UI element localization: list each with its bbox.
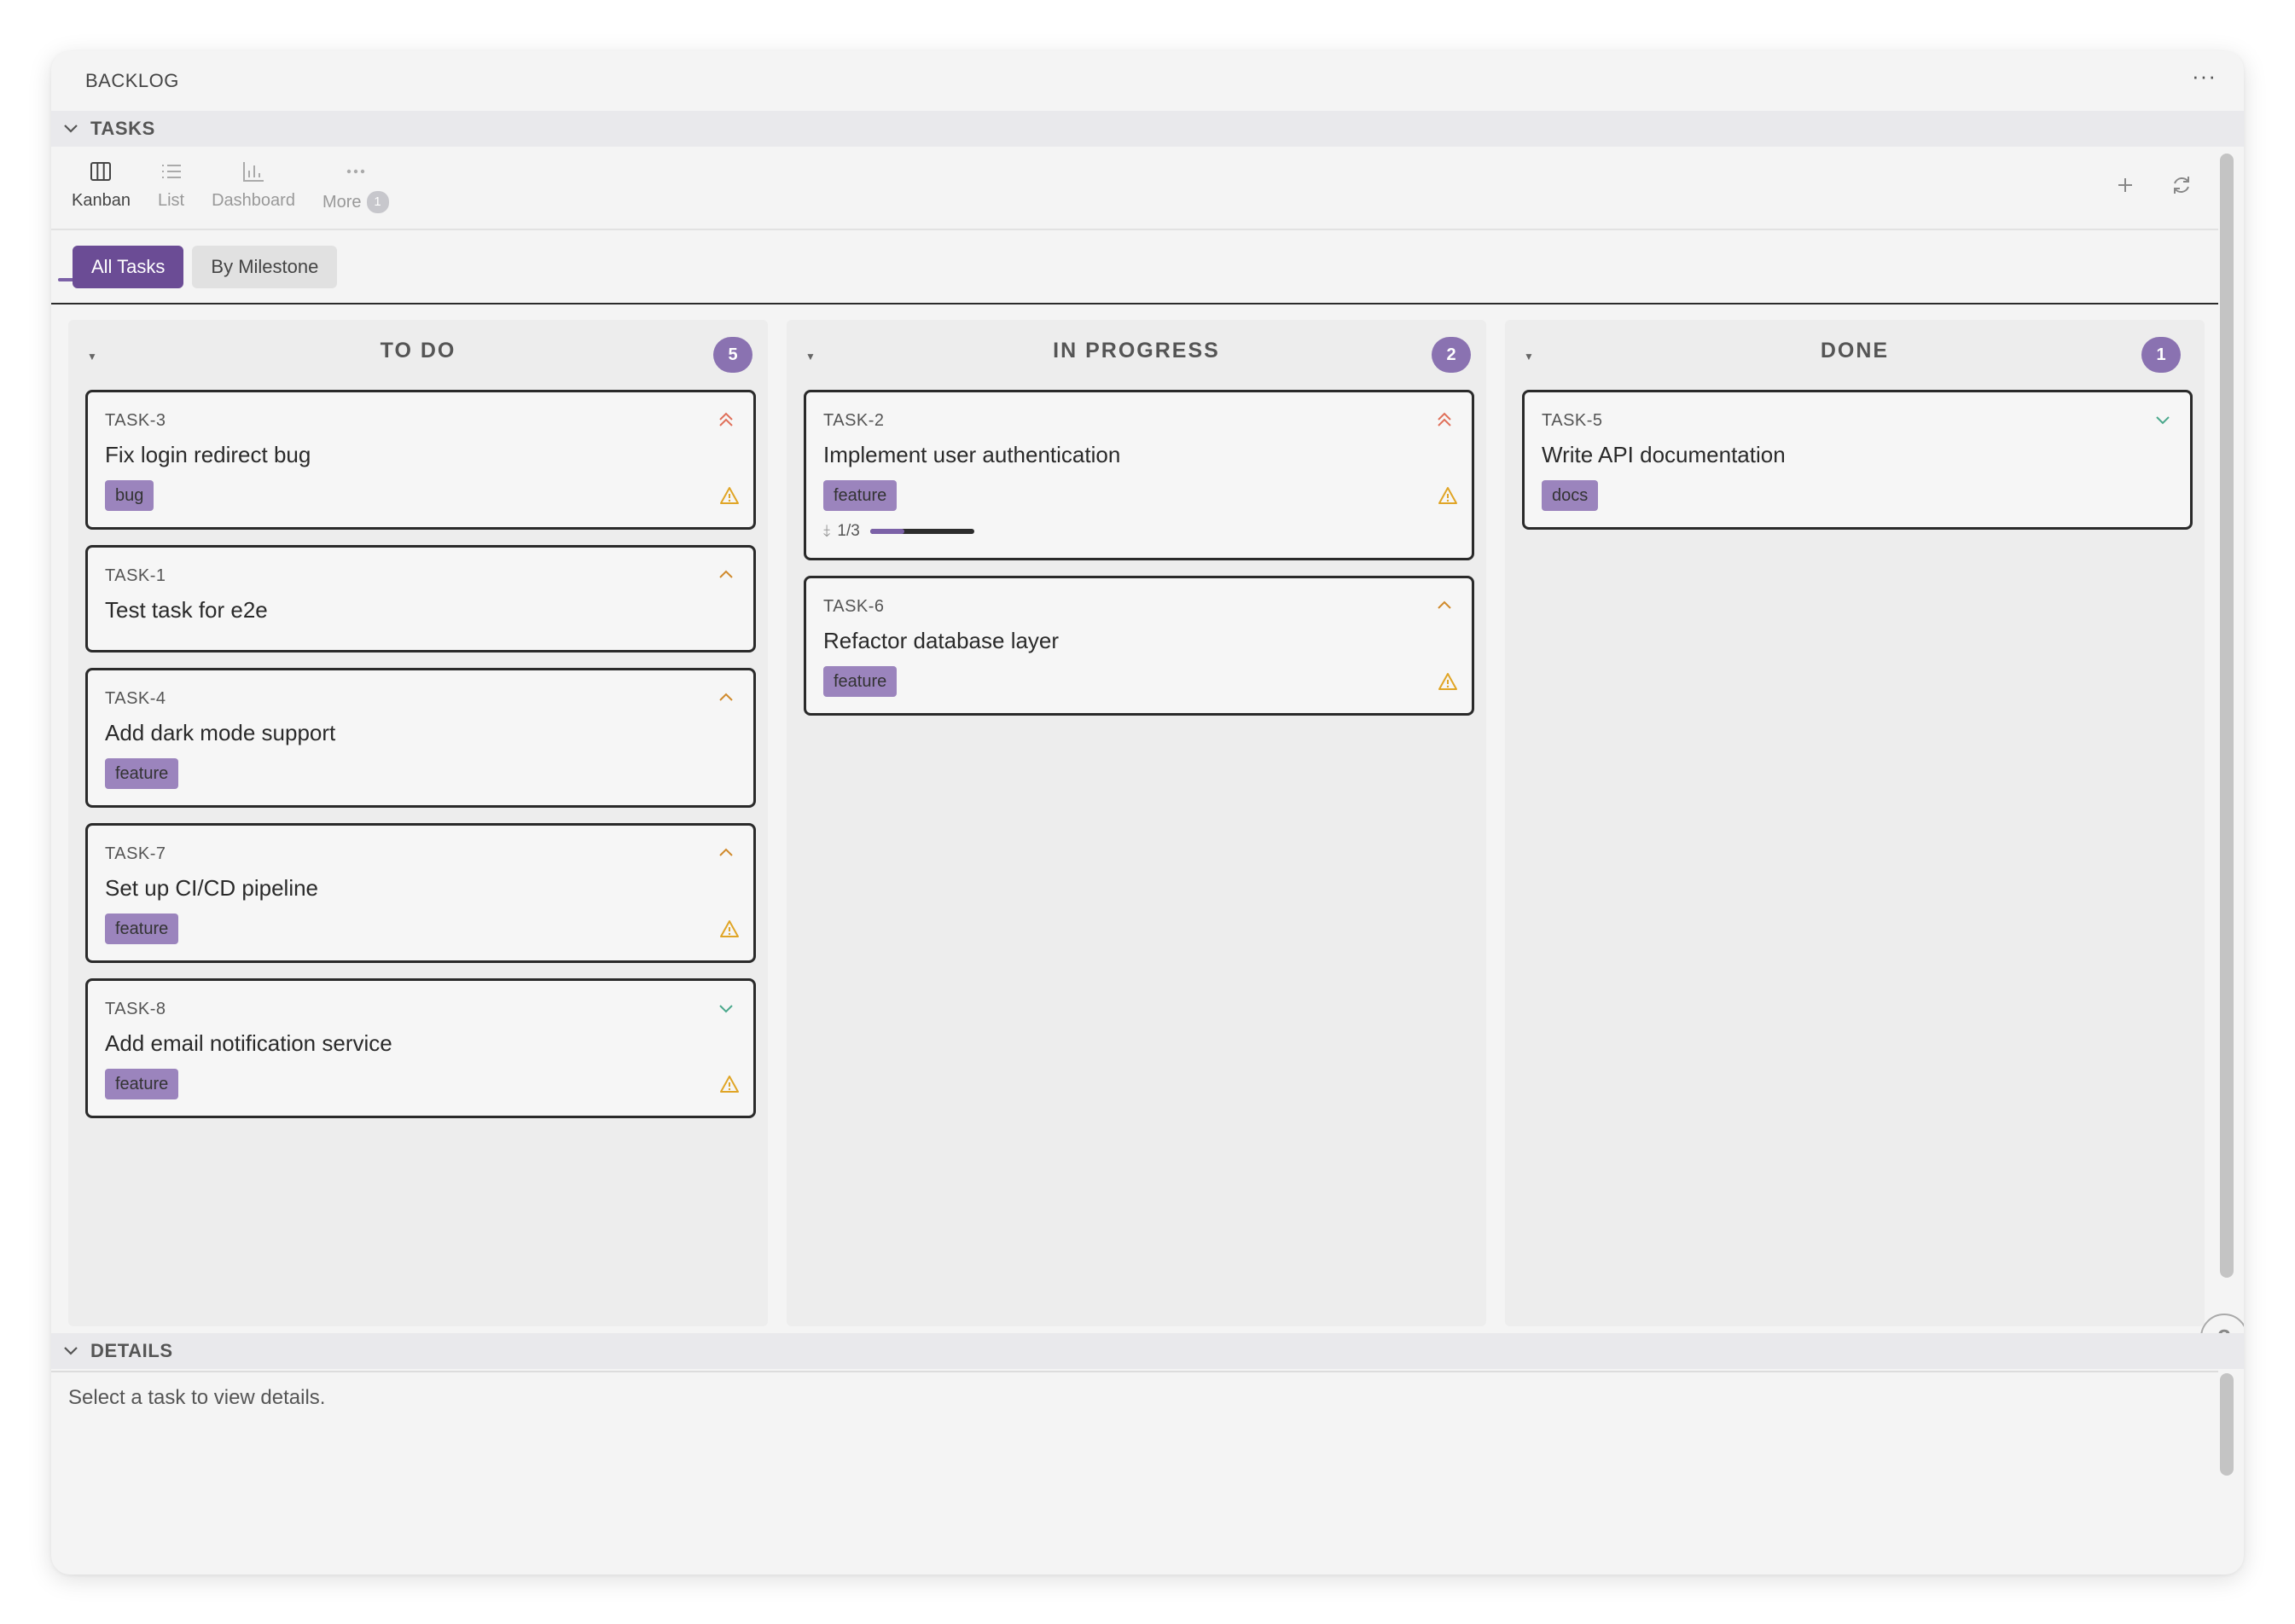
details-section-label: DETAILS	[90, 1340, 173, 1361]
filter-by-milestone[interactable]: By Milestone	[192, 246, 338, 288]
priority-medium-icon	[719, 570, 733, 578]
task-id: TASK-6	[823, 597, 885, 616]
priority-medium-icon	[719, 693, 733, 701]
task-title: Fix login redirect bug	[105, 442, 311, 467]
kanban-column: ▼ DONE 1 TASK-5 Write API documentation docs	[1505, 320, 2205, 1326]
chevron-down-icon	[51, 1342, 85, 1360]
column-title: DONE	[1820, 339, 1890, 362]
warning-icon	[720, 920, 739, 937]
task-id: TASK-2	[823, 411, 885, 430]
task-id: TASK-5	[1542, 411, 1603, 430]
tasks-section-header[interactable]: TASKS	[51, 111, 2244, 147]
task-id: TASK-3	[105, 411, 166, 430]
task-title: Refactor database layer	[823, 628, 1060, 653]
task-card[interactable]: TASK-5 Write API documentation docs	[1522, 390, 2193, 530]
task-card[interactable]: TASK-6 Refactor database layer feature	[804, 576, 1474, 716]
tag-badge: bug	[105, 480, 154, 511]
subtask-icon: ⤈	[823, 522, 831, 540]
plus-icon[interactable]	[2112, 172, 2138, 198]
tab-label: More 1	[322, 191, 389, 213]
kanban-column: ▼ IN PROGRESS 2 TASK-2 Implement user authen…	[787, 320, 1486, 1326]
tab-label: Kanban	[72, 191, 131, 210]
bar-chart-icon	[243, 162, 264, 182]
backlog-panel: BACKLOG ··· TASKS Kanban List Dashboard …	[51, 51, 2244, 1575]
tab-label: Dashboard	[212, 191, 295, 210]
tag-badge: feature	[105, 758, 179, 789]
filter-divider	[51, 303, 2218, 304]
column-header: ▼ IN PROGRESS 2	[787, 320, 1486, 385]
tab-label: List	[157, 191, 185, 210]
column-count-badge: 1	[2141, 337, 2181, 373]
task-id: TASK-7	[105, 844, 166, 863]
toolbar-actions	[2112, 172, 2194, 198]
tag-badge: feature	[105, 914, 179, 944]
warning-icon	[720, 1076, 739, 1093]
column-title: IN PROGRESS	[1053, 339, 1220, 362]
task-id: TASK-8	[105, 1000, 166, 1018]
tag-badge: feature	[823, 480, 898, 511]
details-section-header[interactable]: DETAILS	[51, 1333, 2244, 1369]
task-title: Add dark mode support	[105, 720, 336, 745]
task-card[interactable]: TASK-2 Implement user authentication featu…	[804, 390, 1474, 560]
tab-more-label: More	[322, 192, 362, 212]
priority-high-icon	[719, 412, 733, 426]
task-title: Add email notification service	[105, 1030, 392, 1056]
tabs-divider	[51, 229, 2218, 230]
task-card[interactable]: TASK-4 Add dark mode support feature	[85, 668, 756, 808]
priority-high-icon	[1438, 412, 1451, 426]
task-id: TASK-4	[105, 689, 166, 708]
panel-title: BACKLOG	[85, 70, 179, 91]
task-title: Set up CI/CD pipeline	[105, 875, 319, 901]
ellipsis-icon[interactable]: ···	[2192, 63, 2217, 90]
warning-icon	[1438, 673, 1457, 690]
list-icon	[161, 165, 181, 178]
kanban-column: ▼ TO DO 5 TASK-3 Fix login redirect bug bug TA…	[68, 320, 768, 1326]
column-count-badge: 2	[1432, 337, 1471, 373]
task-title: Test task for e2e	[105, 597, 268, 623]
tag-badge: docs	[1542, 480, 1599, 511]
task-title: Implement user authentication	[823, 442, 1121, 467]
details-scrollbar[interactable]	[2220, 1373, 2234, 1476]
priority-medium-icon	[1438, 600, 1451, 609]
tasks-section-label: TASKS	[90, 118, 155, 139]
column-title: TO DO	[380, 339, 456, 362]
more-count-badge: 1	[366, 191, 389, 213]
details-divider	[51, 1371, 2218, 1372]
title-bar: BACKLOG ···	[51, 51, 2244, 107]
details-empty-text: Select a task to view details.	[68, 1386, 326, 1409]
tag-badge: feature	[105, 1069, 179, 1099]
column-header: ▼ DONE 1	[1505, 320, 2205, 385]
column-header: ▼ TO DO 5	[68, 320, 768, 385]
warning-icon	[1438, 487, 1457, 504]
priority-low-icon	[2156, 416, 2170, 425]
progress-bar	[869, 529, 974, 534]
priority-low-icon	[719, 1005, 733, 1013]
progress-fill	[869, 529, 905, 534]
task-card[interactable]: TASK-3 Fix login redirect bug bug	[85, 390, 756, 530]
task-card[interactable]: TASK-8 Add email notification service feat…	[85, 978, 756, 1118]
subtask-progress: ⤈ 1/3	[823, 522, 974, 541]
columns-icon	[90, 162, 112, 181]
tag-badge: feature	[823, 666, 898, 697]
chevron-down-icon	[51, 119, 85, 138]
ellipsis-icon	[346, 169, 364, 174]
filter-bar: All Tasks By Milestone	[73, 246, 338, 288]
warning-icon	[720, 487, 739, 504]
task-card[interactable]: TASK-7 Set up CI/CD pipeline feature	[85, 823, 756, 963]
refresh-icon[interactable]	[2169, 172, 2194, 198]
task-id: TASK-1	[105, 566, 166, 585]
priority-medium-icon	[719, 848, 733, 856]
filter-all-tasks[interactable]: All Tasks	[73, 246, 184, 288]
board-scrollbar[interactable]	[2220, 154, 2234, 1278]
task-card[interactable]: TASK-1 Test task for e2e	[85, 545, 756, 652]
subtask-count: 1/3	[837, 522, 860, 540]
task-title: Write API documentation	[1542, 442, 1786, 467]
column-count-badge: 5	[713, 337, 752, 373]
